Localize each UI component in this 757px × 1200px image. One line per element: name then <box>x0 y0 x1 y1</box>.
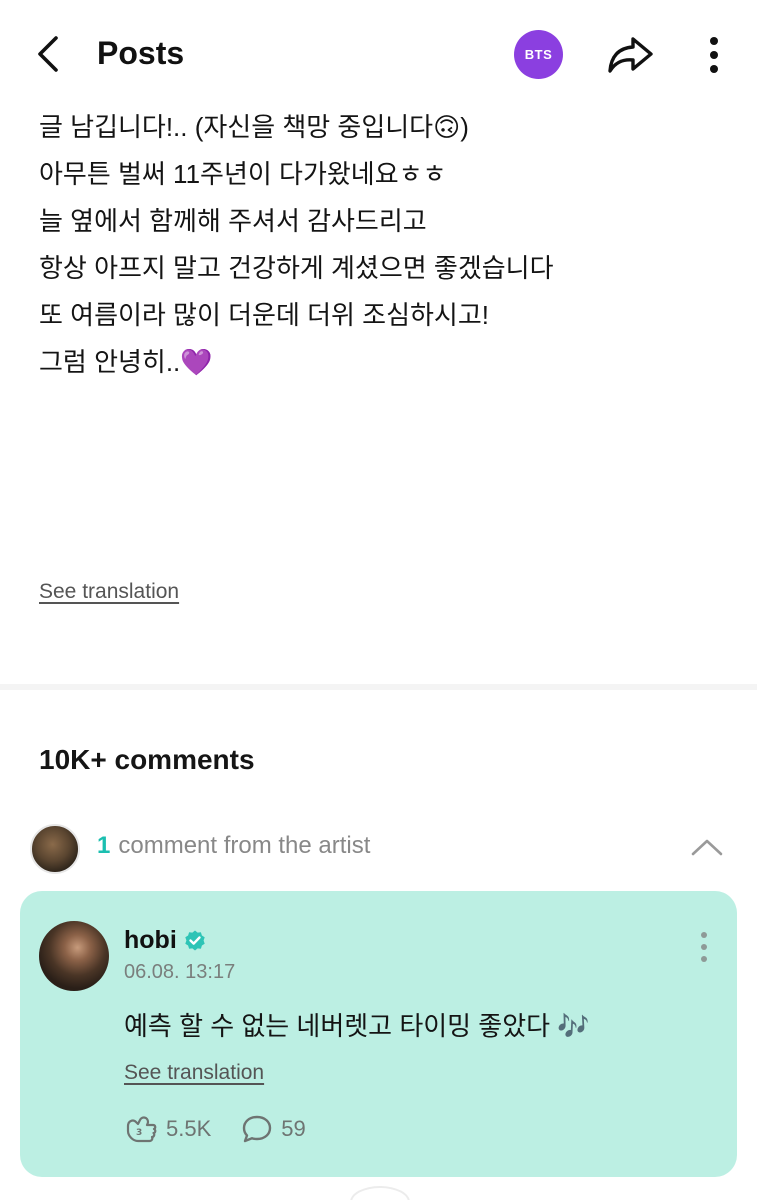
commenter-name[interactable]: hobi <box>124 926 207 955</box>
commenter-avatar[interactable] <box>39 921 109 991</box>
commenter-username: hobi <box>124 926 177 954</box>
share-button[interactable] <box>605 32 655 78</box>
comment-timestamp: 06.08. 13:17 <box>124 961 236 983</box>
post-line: 그럼 안녕히..💜 <box>39 347 213 377</box>
chevron-up-icon[interactable] <box>690 832 724 862</box>
artist-comments-label: 1 comment from the artist <box>97 832 370 860</box>
speech-bubble-icon <box>243 1115 272 1143</box>
post-body: 글 남깁니다!.. (자신을 책망 중입니다🙃) 아무튼 벌써 11주년이 다가… <box>39 104 729 386</box>
post-line: 아무튼 벌써 11주년이 다가왔네요ㅎㅎ <box>39 159 447 189</box>
artist-comment-card: hobi 06.08. 13:17 예측 할 수 없는 네버렛고 타이밍 좋았다… <box>20 891 737 1177</box>
post-see-translation-link[interactable]: See translation <box>39 580 179 604</box>
top-app-bar: Posts BTS <box>0 0 757 108</box>
post-page: Posts BTS 글 남깁니다!.. (자신을 책망 중입니다🙃) 아무튼 벌… <box>0 0 757 1200</box>
page-title: Posts <box>97 35 185 71</box>
comment-more-button[interactable] <box>690 927 718 967</box>
reply-count: 59 <box>281 1116 306 1141</box>
post-line: 늘 옆에서 함께해 주셔서 감사드리고 <box>39 206 427 236</box>
like-button[interactable]: 3 5.5K <box>124 1114 211 1144</box>
verified-badge-icon <box>185 930 205 950</box>
section-divider <box>0 684 757 690</box>
comments-count-heading: 10K+ comments <box>39 744 255 775</box>
back-button[interactable] <box>26 30 70 78</box>
comment-actions: 3 5.5K 59 <box>124 1109 336 1149</box>
artist-avatar <box>30 824 80 874</box>
scroll-indicator[interactable] <box>350 1186 410 1200</box>
community-badge[interactable]: BTS <box>514 30 563 79</box>
post-line: 글 남깁니다!.. (자신을 책망 중입니다🙃) <box>39 112 469 142</box>
share-arrow-icon <box>608 37 653 73</box>
like-count: 5.5K <box>166 1116 212 1141</box>
comment-text: 예측 할 수 없는 네버렛고 타이밍 좋았다 🎶 <box>124 1011 590 1041</box>
reply-button[interactable]: 59 <box>241 1114 306 1144</box>
post-line: 또 여름이라 많이 더운데 더위 조심하시고! <box>39 300 489 330</box>
artist-comment-label-text: comment from the artist <box>118 832 371 859</box>
vertical-dots-icon <box>701 932 707 962</box>
like-icon: 3 <box>126 1116 157 1143</box>
artist-comments-toggle[interactable]: 1 comment from the artist <box>30 822 730 876</box>
artist-comment-count: 1 <box>97 832 111 859</box>
vertical-dots-icon <box>710 37 718 73</box>
svg-text:3: 3 <box>136 1128 142 1138</box>
more-options-button[interactable] <box>696 32 732 78</box>
comment-see-translation-link[interactable]: See translation <box>124 1061 264 1085</box>
chevron-left-icon <box>38 36 58 72</box>
post-line: 항상 아프지 말고 건강하게 계셨으면 좋겠습니다 <box>39 253 554 283</box>
